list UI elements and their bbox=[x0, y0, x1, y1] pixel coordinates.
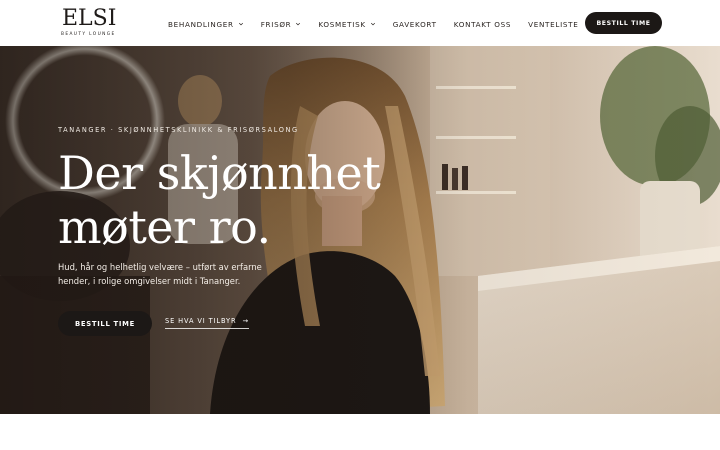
nav-item-label: KONTAKT OSS bbox=[453, 19, 512, 29]
nav-item-gavekort[interactable]: GAVEKORT bbox=[393, 20, 437, 29]
logo-wordmark: ELSI bbox=[62, 6, 117, 31]
chevron-down-icon bbox=[370, 22, 375, 26]
nav-item-frisor[interactable]: FRISØR bbox=[261, 20, 302, 29]
hero-headline: Der skjønnhet møter ro. bbox=[58, 146, 398, 254]
nav-item-label: GAVEKORT bbox=[392, 19, 437, 29]
site-header: ELSI BEAUTY LOUNGE BEHANDLINGER FRISØR K… bbox=[0, 0, 720, 46]
hero-services-link-label: SE HVA VI TILBYR bbox=[165, 317, 237, 325]
nav-item-venteliste[interactable]: VENTELISTE bbox=[528, 20, 578, 29]
hero-headline-line1: Der skjønnhet bbox=[58, 146, 381, 200]
nav-item-label: FRISØR bbox=[260, 19, 292, 29]
logo-subtitle: BEAUTY LOUNGE bbox=[61, 32, 116, 37]
chevron-down-icon bbox=[238, 22, 243, 26]
main-navigation: BEHANDLINGER FRISØR KOSMETISK GAVEKORT K… bbox=[168, 17, 596, 31]
chevron-down-icon bbox=[296, 22, 301, 26]
hero-section: TANANGER · SKJØNNHETSKLINIKK & FRISØRSAL… bbox=[0, 46, 720, 414]
nav-item-label: VENTELISTE bbox=[528, 19, 579, 29]
nav-item-label: KOSMETISK bbox=[318, 19, 366, 29]
next-section bbox=[0, 414, 720, 450]
nav-item-kosmetisk[interactable]: KOSMETISK bbox=[318, 20, 375, 29]
arrow-right-icon: → bbox=[242, 317, 249, 325]
hero-book-button[interactable]: BESTILL TIME bbox=[58, 311, 152, 336]
nav-item-label: BEHANDLINGER bbox=[168, 19, 234, 29]
nav-item-kontakt-oss[interactable]: KONTAKT OSS bbox=[454, 20, 511, 29]
hero-eyebrow: TANANGER · SKJØNNHETSKLINIKK & FRISØRSAL… bbox=[58, 126, 299, 134]
hero-subtext: Hud, hår og helhetlig velvære – utført a… bbox=[58, 262, 262, 286]
header-book-button[interactable]: BESTILL TIME bbox=[585, 12, 662, 34]
brand-logo[interactable]: ELSI BEAUTY LOUNGE bbox=[61, 6, 123, 40]
hero-services-link[interactable]: SE HVA VI TILBYR → bbox=[165, 317, 249, 329]
nav-item-behandlinger[interactable]: BEHANDLINGER bbox=[168, 20, 244, 29]
hero-headline-line2: møter ro. bbox=[58, 200, 271, 254]
